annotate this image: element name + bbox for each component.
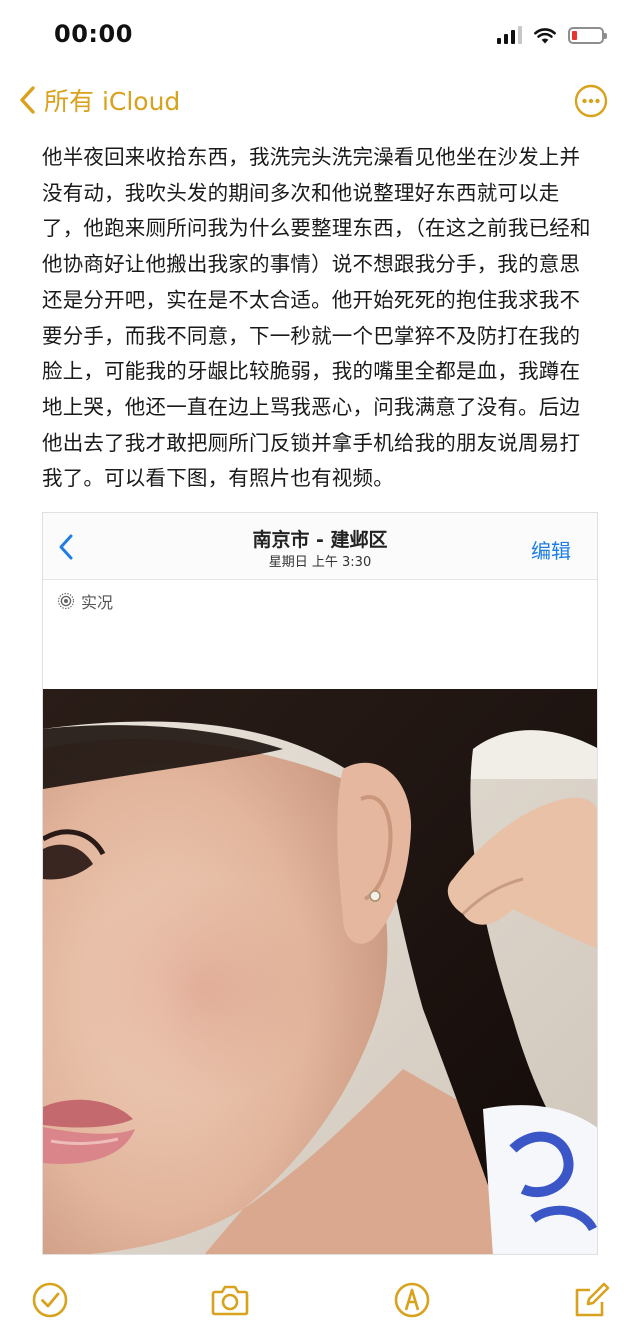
cellular-signal-icon [497, 26, 522, 44]
status-bar: 00:00 [0, 0, 640, 70]
compose-icon[interactable] [572, 1280, 612, 1320]
live-photo-icon [57, 592, 75, 610]
live-photo-label: 实况 [81, 593, 114, 612]
wifi-icon [534, 27, 556, 43]
battery-level [572, 30, 577, 40]
live-photo-badge: 实况 [57, 589, 113, 613]
note-body[interactable]: 他半夜回来收拾东西，我洗完头洗完澡看见他坐在沙发上并没有动，我吹头发的期间多次和… [42, 140, 598, 497]
status-icons [497, 26, 607, 44]
markup-pen-icon[interactable] [392, 1280, 432, 1320]
back-button-label: 所有 iCloud [44, 87, 181, 116]
nav-bar: 所有 iCloud [0, 80, 640, 128]
status-time: 00:00 [54, 20, 133, 48]
photo-date-subtitle: 星期日 上午 3:30 [268, 555, 372, 570]
embedded-photo-screenshot: 南京市 - 建邺区 星期日 上午 3:30 编辑 实况 [42, 512, 598, 1255]
battery-icon [568, 26, 607, 44]
photo-location-title: 南京市 - 建邺区 [252, 529, 388, 551]
photo-image[interactable] [43, 689, 598, 1255]
more-options-icon[interactable] [574, 84, 608, 118]
checklist-icon[interactable] [30, 1280, 70, 1320]
chevron-left-icon [20, 86, 35, 114]
camera-icon[interactable] [210, 1280, 250, 1320]
photo-header: 南京市 - 建邺区 星期日 上午 3:30 编辑 [43, 513, 597, 580]
photo-edit-button: 编辑 [531, 539, 571, 563]
back-button[interactable]: 所有 iCloud [18, 82, 180, 118]
bottom-toolbar [0, 1262, 640, 1344]
